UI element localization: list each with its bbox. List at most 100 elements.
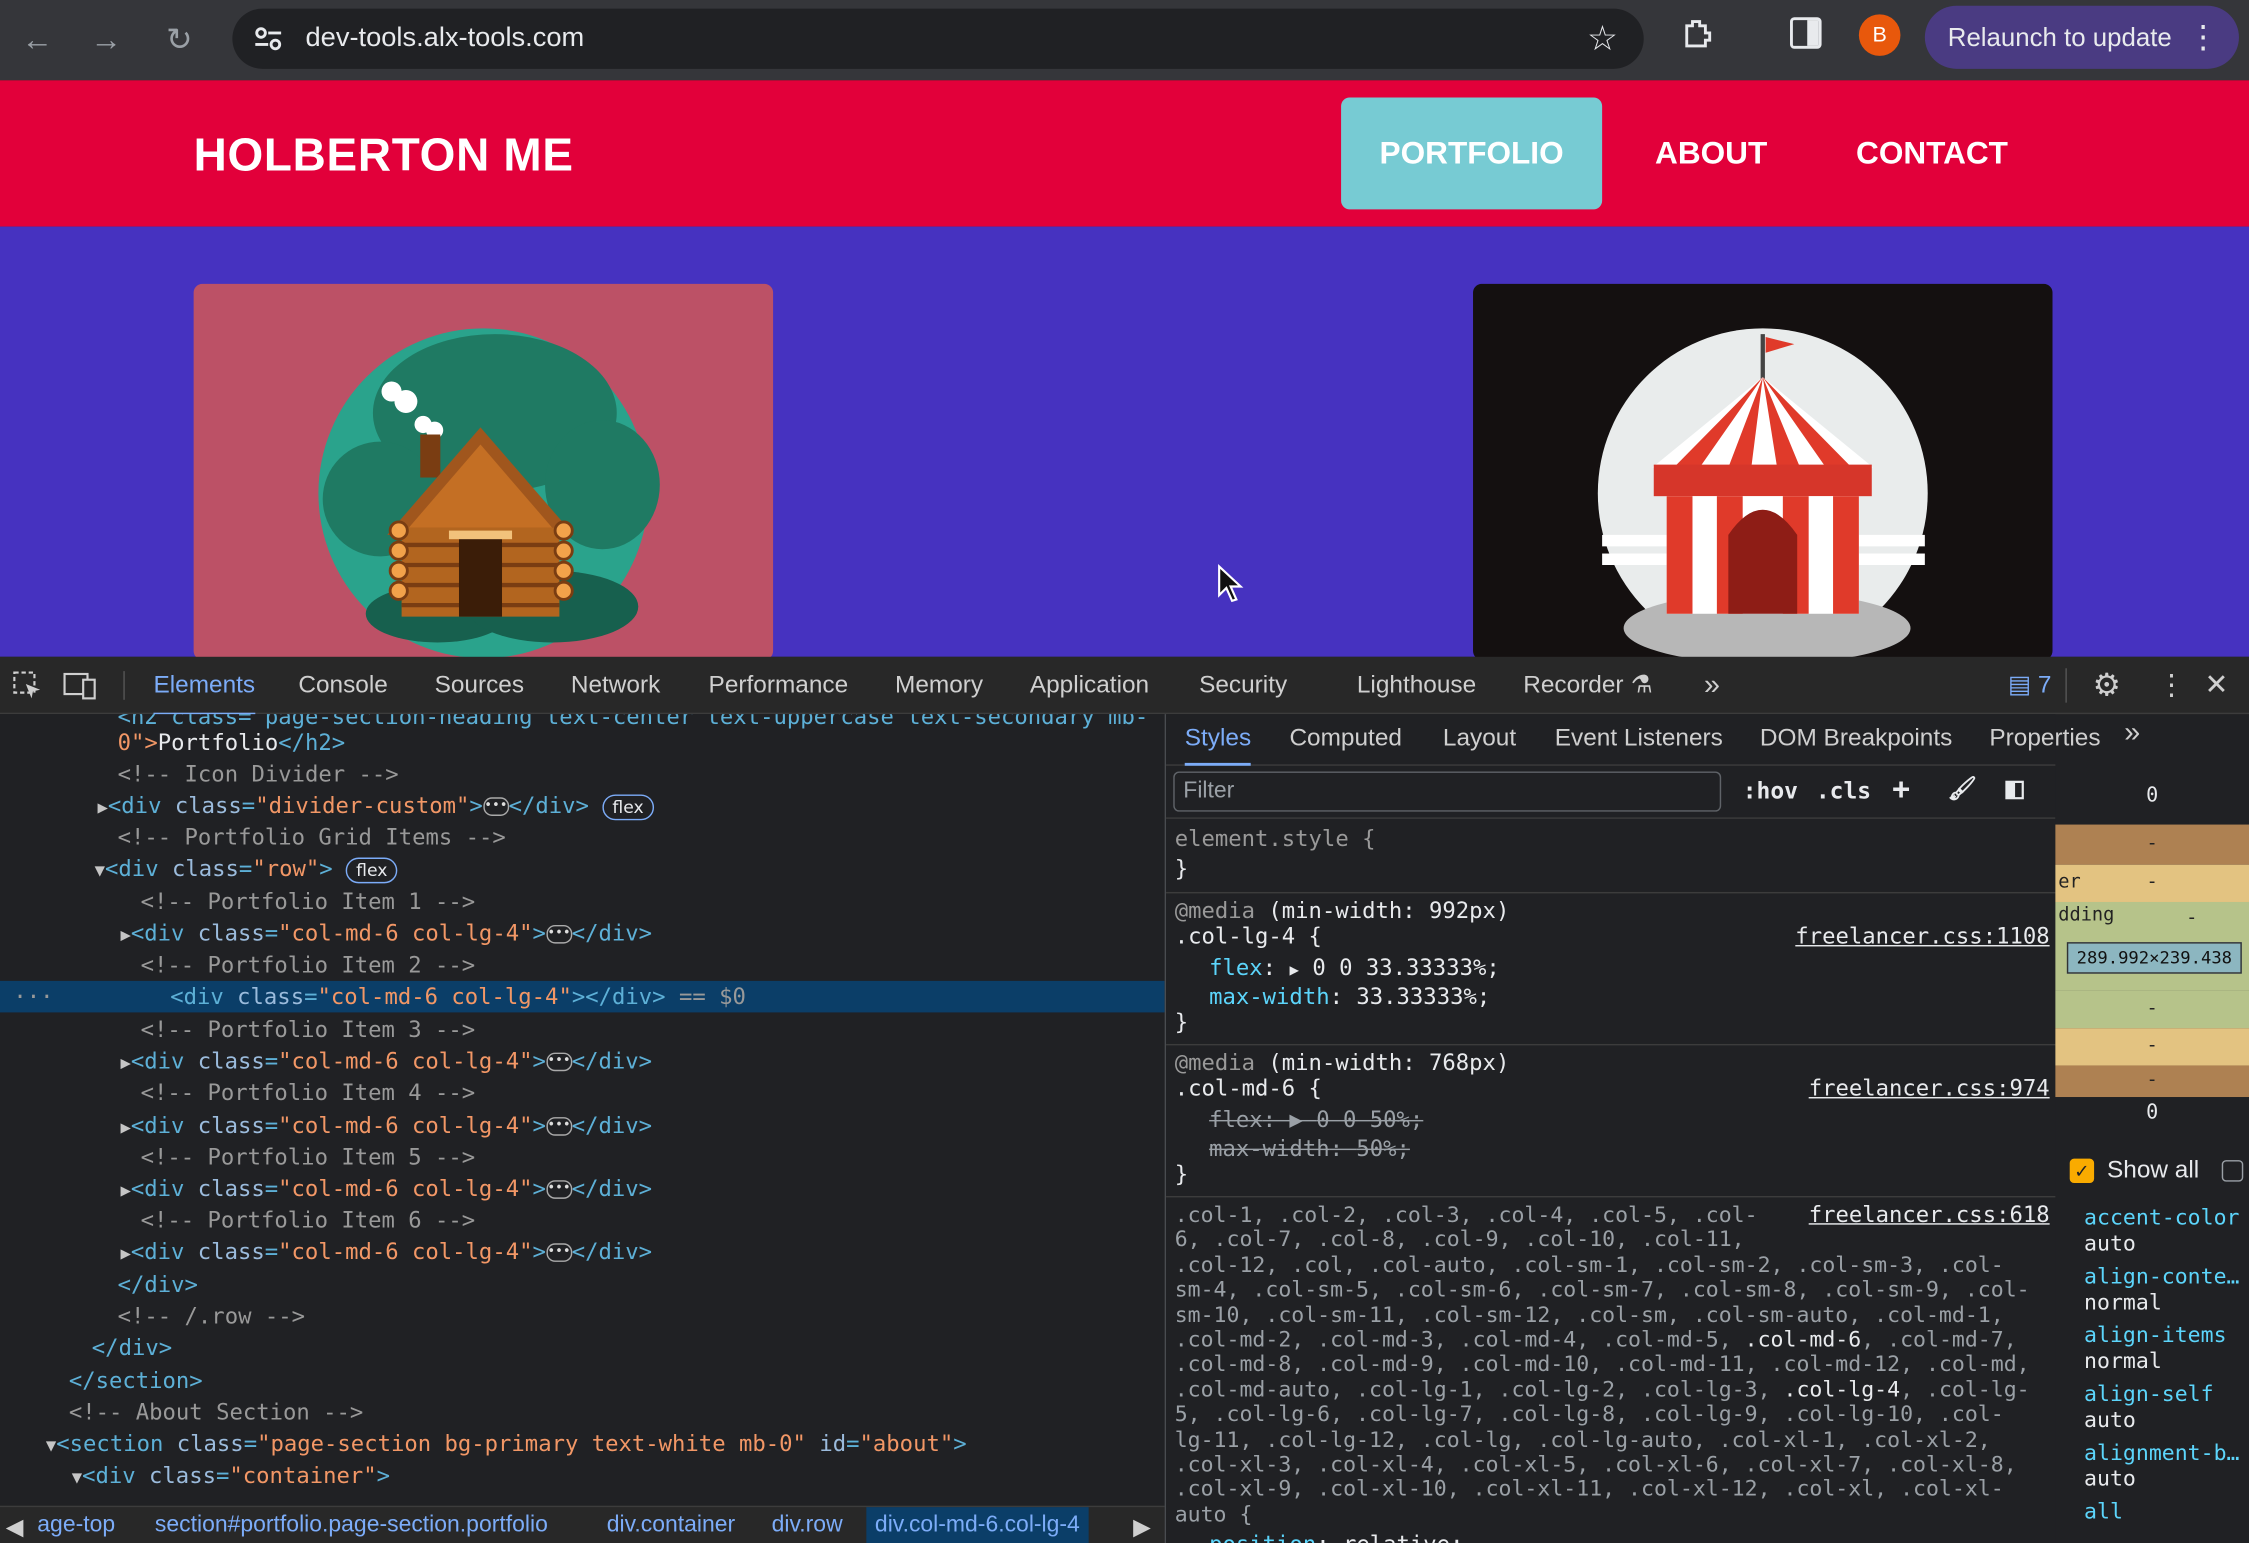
computed-property-name[interactable]: alignment-b… — [2084, 1440, 2239, 1466]
tab-lighthouse[interactable]: Lighthouse — [1357, 657, 1476, 714]
paint-brush-icon[interactable]: 🖌 — [1948, 774, 1977, 803]
css-declaration-overridden[interactable]: flex: ▶ 0 0 50%; — [1209, 1107, 1423, 1133]
flex-badge[interactable]: flex — [602, 793, 654, 820]
tab-console[interactable]: Console — [298, 657, 387, 714]
expand-triangle-icon[interactable]: ▶ — [120, 1180, 130, 1200]
ellipsis-icon[interactable]: ••• — [545, 1117, 572, 1136]
tab-sources[interactable]: Sources — [435, 657, 524, 714]
collapse-triangle-icon[interactable]: ▼ — [95, 860, 105, 880]
bm-content-size[interactable]: 289.992×239.438 — [2066, 942, 2242, 974]
ellipsis-icon[interactable]: ••• — [545, 1243, 572, 1262]
collapse-triangle-icon[interactable]: ▼ — [72, 1467, 82, 1487]
breadcrumb-item[interactable]: section#portfolio.page-section.portfolio — [155, 1513, 548, 1539]
dom-close-div[interactable]: </div> — [118, 1269, 198, 1301]
css-declaration[interactable]: position: relative; — [1209, 1532, 1463, 1543]
dom-node-col-selected[interactable]: ··· <div class="col-md-6 col-lg-4"></div… — [0, 980, 1165, 1013]
breadcrumb-item[interactable]: div.row — [772, 1513, 843, 1539]
collapse-triangle-icon[interactable]: ▼ — [46, 1435, 56, 1455]
profile-avatar[interactable]: B — [1858, 14, 1901, 56]
rule-selector[interactable]: .col-md-6 { — [1175, 1076, 1322, 1102]
portfolio-item-cabin[interactable] — [193, 283, 774, 660]
computed-property-name[interactable]: align-self — [2084, 1381, 2214, 1407]
dom-node-col[interactable]: ▶<div class="col-md-6 col-lg-4">•••</div… — [120, 1045, 652, 1077]
site-info-icon[interactable] — [252, 23, 284, 55]
subtab-properties[interactable]: Properties — [1989, 714, 2100, 763]
dom-comment[interactable]: <!-- Portfolio Item 3 --> — [141, 1014, 476, 1046]
relaunch-button[interactable]: Relaunch to update ⋮ — [1924, 5, 2239, 69]
dom-comment[interactable]: <!-- Portfolio Item 5 --> — [141, 1141, 476, 1173]
dom-node-about-section[interactable]: ▼<section class="page-section bg-primary… — [46, 1428, 967, 1460]
subtab-event-listeners[interactable]: Event Listeners — [1555, 714, 1723, 763]
url-text[interactable]: dev-tools.alx-tools.com — [306, 23, 585, 55]
nav-link-about[interactable]: ABOUT — [1628, 98, 1794, 210]
subtab-layout[interactable]: Layout — [1443, 714, 1516, 763]
dom-close-div[interactable]: </div> — [92, 1332, 172, 1364]
dom-node-divider[interactable]: ▶<div class="divider-custom">•••</div> f… — [98, 790, 654, 822]
computed-property-name[interactable]: align-items — [2084, 1322, 2226, 1348]
dom-node-col[interactable]: ▶<div class="col-md-6 col-lg-4">•••</div… — [120, 918, 652, 950]
device-toolbar-icon[interactable] — [63, 670, 97, 709]
side-panel-icon[interactable] — [1790, 17, 1822, 49]
breadcrumb-item[interactable]: div.container — [607, 1513, 735, 1539]
dom-comment[interactable]: <!-- About Section --> — [69, 1397, 363, 1429]
more-options-icon[interactable]: ⋮ — [2157, 657, 2186, 714]
site-brand[interactable]: HOLBERTON ME — [194, 129, 574, 182]
tab-memory[interactable]: Memory — [895, 657, 983, 714]
css-declaration[interactable]: flex: ▶ 0 0 33.33333%; — [1209, 955, 1500, 984]
more-vert-icon[interactable]: ⋮ — [2187, 6, 2219, 69]
dom-comment[interactable]: <!-- Portfolio Item 6 --> — [141, 1205, 476, 1237]
styles-filter-input[interactable]: Filter — [1173, 771, 1722, 812]
dom-node-col[interactable]: ▶<div class="col-md-6 col-lg-4">•••</div… — [120, 1110, 652, 1142]
ellipsis-icon[interactable]: ••• — [482, 797, 509, 816]
css-declaration-overridden[interactable]: max-width: 50%; — [1209, 1136, 1410, 1162]
nav-link-contact[interactable]: CONTACT — [1824, 98, 2039, 210]
bm-padding[interactable]: dding - 289.992×239.438 — [2055, 901, 2249, 991]
expand-triangle-icon[interactable]: ▶ — [120, 1053, 130, 1073]
nav-link-portfolio[interactable]: PORTFOLIO — [1341, 97, 1603, 210]
source-link[interactable]: freelancer.css:618 — [1809, 1202, 2050, 1228]
tab-performance[interactable]: Performance — [709, 657, 849, 714]
breadcrumb-item-active[interactable]: div.col-md-6.col-lg-4 — [866, 1507, 1089, 1543]
expand-triangle-icon[interactable]: ▶ — [120, 925, 130, 945]
expand-triangle-icon[interactable]: ▶ — [98, 797, 108, 817]
inspect-element-icon[interactable] — [11, 670, 43, 709]
dom-node-row[interactable]: ▼<div class="row"> flex — [95, 853, 398, 885]
tab-elements[interactable]: Elements — [153, 657, 255, 716]
dom-node-col[interactable]: ▶<div class="col-md-6 col-lg-4">•••</div… — [120, 1173, 652, 1205]
tab-recorder[interactable]: Recorder — [1523, 657, 1623, 714]
computed-property-name[interactable]: all — [2084, 1499, 2123, 1525]
ellipsis-icon[interactable]: ••• — [545, 924, 572, 944]
dom-node-col[interactable]: ▶<div class="col-md-6 col-lg-4">•••</div… — [120, 1236, 652, 1268]
rule-selector[interactable]: .col-lg-4 { — [1175, 924, 1322, 950]
reload-icon[interactable]: ↻ — [156, 17, 202, 63]
back-arrow-icon[interactable]: ← — [14, 17, 60, 63]
bm-margin[interactable]: - — [2055, 824, 2249, 865]
address-bar[interactable]: dev-tools.alx-tools.com ☆ — [232, 8, 1644, 69]
tab-application[interactable]: Application — [1030, 657, 1149, 714]
bookmark-star-icon[interactable]: ☆ — [1587, 19, 1618, 61]
more-subtabs-chevron-icon[interactable]: » — [2124, 717, 2140, 750]
settings-gear-icon[interactable]: ⚙ — [2093, 657, 2121, 714]
issues-counter[interactable]: ▤ 7 — [2008, 657, 2051, 714]
source-link[interactable]: freelancer.css:974 — [1809, 1076, 2050, 1102]
breadcrumb-scroll-right-icon[interactable]: ▶ — [1133, 1513, 1151, 1542]
expand-triangle-icon[interactable]: ▶ — [120, 1117, 130, 1137]
new-rule-plus-icon[interactable]: + — [1892, 772, 1910, 809]
tab-network[interactable]: Network — [571, 657, 660, 714]
computed-property-name[interactable]: accent-color — [2084, 1205, 2239, 1231]
dom-comment[interactable]: <!-- Icon Divider --> — [118, 759, 399, 791]
extensions-icon[interactable] — [1681, 16, 1715, 59]
group-checkbox[interactable] — [2221, 1160, 2244, 1182]
dom-comment[interactable]: <!-- /.row --> — [118, 1301, 305, 1333]
breadcrumb-item[interactable]: age-top — [37, 1513, 115, 1539]
dom-comment[interactable]: <!-- Portfolio Grid Items --> — [118, 822, 506, 854]
dom-comment[interactable]: <!-- Portfolio Item 2 --> — [141, 949, 476, 981]
breadcrumb-scroll-left-icon[interactable]: ◀ — [6, 1513, 24, 1542]
css-declaration[interactable]: max-width: 33.33333%; — [1209, 984, 1490, 1010]
hov-toggle[interactable]: :hov — [1743, 777, 1798, 804]
subtab-dom-breakpoints[interactable]: DOM Breakpoints — [1760, 714, 1952, 763]
dom-node-container[interactable]: ▼<div class="container"> — [72, 1460, 390, 1492]
portfolio-item-circus[interactable] — [1473, 283, 2053, 660]
forward-arrow-icon[interactable]: → — [83, 17, 129, 63]
dom-comment[interactable]: <!-- Portfolio Item 4 --> — [141, 1077, 476, 1109]
